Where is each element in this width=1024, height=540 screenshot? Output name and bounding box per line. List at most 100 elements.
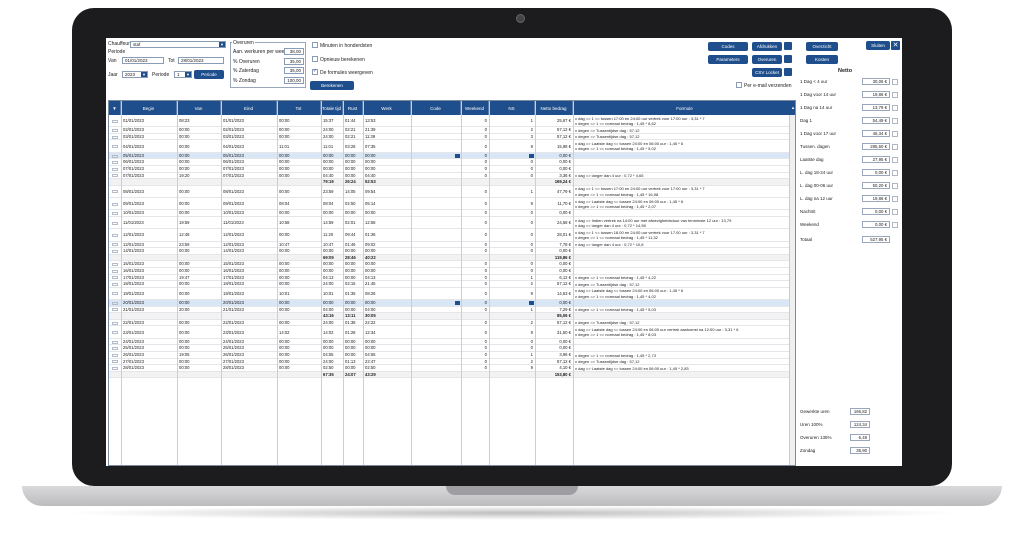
table-row[interactable]: 15/01/2023 00:00 15/01/2023 00:00 00:00 00:00…: [109, 261, 795, 268]
netto-item-checkbox[interactable]: [892, 208, 898, 215]
table-row[interactable]: 07/01/2023 19:20 07/01/2023 00:00 04:40 00:00…: [109, 173, 795, 180]
row-select-icon[interactable]: [112, 221, 118, 225]
column-header[interactable]: Totale tijd: [321, 101, 343, 115]
table-row[interactable]: 28/01/2023 00:00 28/01/2023 00:00 02:50 00:00…: [109, 365, 795, 372]
table-row[interactable]: 16/01/2023 00:00 16/01/2023 00:00 00:00 00:00…: [109, 268, 795, 275]
table-row[interactable]: 20/01/2023 00:00 20/01/2023 00:00 00:00 00:00…: [109, 300, 795, 307]
column-header[interactable]: Netto bedrag: [535, 101, 573, 115]
row-select-icon[interactable]: [112, 135, 118, 139]
table-row[interactable]: 22/01/2023 00:00 22/01/2023 00:00 24:00 01:38…: [109, 320, 795, 327]
table-row[interactable]: 03/01/2023 00:00 03/01/2023 00:00 24:00 02:21…: [109, 134, 795, 141]
code-marker-icon[interactable]: [455, 301, 460, 306]
row-select-icon[interactable]: [112, 347, 118, 351]
scroll-up-icon[interactable]: ▲: [789, 101, 795, 115]
column-header[interactable]: Rust: [343, 101, 363, 115]
parameters-button[interactable]: Parameters: [708, 55, 748, 64]
netto-item-checkbox[interactable]: [892, 143, 898, 150]
row-select-icon[interactable]: [112, 202, 118, 206]
row-select-icon[interactable]: [112, 243, 118, 247]
kosten-button[interactable]: Kosten: [806, 55, 838, 64]
row-select-icon[interactable]: [112, 301, 118, 305]
row-select-icon[interactable]: [112, 233, 118, 237]
row-select-icon[interactable]: [112, 212, 118, 216]
table-row[interactable]: 25/01/2023 00:00 25/01/2023 00:00 00:00 00:00…: [109, 345, 795, 352]
column-header[interactable]: Werk: [363, 101, 411, 115]
overuren-row-input[interactable]: 35,00: [284, 67, 304, 74]
table-row[interactable]: 01/01/2023 08:23 01/01/2023 00:00 15:37 01:44…: [109, 115, 795, 128]
sluiten-button[interactable]: Sluiten: [866, 41, 890, 50]
table-row[interactable]: 23/01/2023 00:00 23/01/2023 14:02 14:02 01:28…: [109, 327, 795, 339]
column-header[interactable]: Eind: [221, 101, 277, 115]
column-header[interactable]: NS: [489, 101, 535, 115]
table-row[interactable]: 27/01/2023 00:00 27/01/2023 00:00 24:00 01:13…: [109, 359, 795, 366]
table-row[interactable]: 12/01/2023 23:59 12/01/2023 10:47 10:47 01:46…: [109, 242, 795, 249]
column-header[interactable]: Begin: [121, 101, 177, 115]
row-select-icon[interactable]: [112, 249, 118, 253]
table-row[interactable]: 11/01/2023 19:59 11/01/2023 10:58 14:59 02:01…: [109, 217, 795, 230]
column-header[interactable]: Van: [177, 101, 221, 115]
row-select-icon[interactable]: [112, 353, 118, 357]
netto-item-checkbox[interactable]: [892, 130, 898, 137]
table-row[interactable]: 18/01/2023 00:00 18/01/2023 00:00 24:00 02:15…: [109, 281, 795, 288]
netto-item-checkbox[interactable]: [892, 78, 898, 85]
close-icon[interactable]: ✕: [891, 41, 900, 50]
table-row[interactable]: 09/01/2023 00:00 09/01/2023 08:04 08:04 02:50…: [109, 198, 795, 211]
vertical-scrollbar[interactable]: [789, 115, 795, 465]
netto-item-checkbox[interactable]: [892, 221, 898, 228]
row-select-icon[interactable]: [112, 321, 118, 325]
csv-button[interactable]: CSV Locket: [752, 68, 782, 77]
row-select-icon[interactable]: [112, 190, 118, 194]
table-row[interactable]: 14/01/2023 00:00 14/01/2023 00:00 00:00 00:00…: [109, 248, 795, 255]
tot-date-input[interactable]: 28/01/2023: [178, 57, 224, 64]
subtotal-row[interactable]: 69:09 28:46 40:22 119,86 €: [109, 254, 795, 262]
berekenen-button[interactable]: Berekenen: [310, 81, 354, 90]
row-select-icon[interactable]: [112, 276, 118, 280]
column-header[interactable]: Formule: [573, 101, 795, 115]
table-row[interactable]: 06/01/2023 00:00 06/01/2023 00:00 00:00 00:00…: [109, 159, 795, 166]
netto-item-checkbox[interactable]: [892, 182, 898, 189]
row-select-icon[interactable]: [112, 154, 118, 158]
codes-button[interactable]: Codes: [708, 42, 748, 51]
afdrukken-button[interactable]: Afdrukken: [752, 42, 782, 51]
row-select-icon[interactable]: [112, 119, 118, 123]
table-row[interactable]: 17/01/2023 19:47 17/01/2023 00:00 04:13 00:00…: [109, 275, 795, 282]
minuten-checkbox[interactable]: [312, 42, 318, 48]
overuren-row-input[interactable]: 100,00: [284, 76, 304, 84]
table-row[interactable]: 21/01/2023 20:00 21/01/2023 00:00 04:00 00:00…: [109, 307, 795, 314]
van-date-input[interactable]: 01/01/2023: [122, 57, 164, 64]
netto-item-checkbox[interactable]: [892, 169, 898, 176]
overzicht-button[interactable]: Overzicht: [806, 42, 838, 51]
netto-item-checkbox[interactable]: [892, 104, 898, 111]
chauffeur-select[interactable]: staf ▼: [130, 41, 226, 48]
table-row[interactable]: 02/01/2023 00:00 02/01/2023 00:00 24:00 02:21…: [109, 127, 795, 134]
netto-item-checkbox[interactable]: [892, 195, 898, 202]
row-select-icon[interactable]: [112, 269, 118, 273]
netto-item-checkbox[interactable]: [892, 156, 898, 163]
overuren-button[interactable]: Overuren: [752, 55, 782, 64]
netto-item-checkbox[interactable]: [892, 91, 898, 98]
table-row[interactable]: 04/01/2023 00:00 04/01/2023 11:01 11:01 03:26…: [109, 141, 795, 153]
periode-select[interactable]: 1 ▼: [174, 71, 192, 78]
subtotal-row[interactable]: 43:16 13:11 30:05 85,06 €: [109, 313, 795, 320]
row-select-icon[interactable]: [112, 129, 118, 133]
jaar-select[interactable]: 2023 ▼: [122, 71, 148, 78]
document-icon[interactable]: [784, 55, 792, 63]
column-header[interactable]: Code: [411, 101, 461, 115]
row-select-icon[interactable]: [112, 161, 118, 165]
table-row[interactable]: 05/01/2023 00:00 05/01/2023 00:00 00:00 00:00…: [109, 152, 795, 160]
row-select-icon[interactable]: [112, 340, 118, 344]
opnieuw-checkbox[interactable]: [312, 56, 318, 62]
row-select-icon[interactable]: [112, 174, 118, 178]
row-select-icon[interactable]: [112, 263, 118, 267]
netto-item-checkbox[interactable]: [892, 117, 898, 124]
table-row[interactable]: 08/01/2023 00:00 08/01/2023 00:00 23:59 14:05…: [109, 186, 795, 199]
formules-checkbox[interactable]: [312, 68, 318, 75]
row-select-icon[interactable]: [112, 366, 118, 370]
column-header[interactable]: Tot: [277, 101, 321, 115]
ns-marker-icon[interactable]: [529, 153, 534, 158]
printer-icon[interactable]: [784, 42, 792, 50]
table-row[interactable]: 26/01/2023 19:05 26/01/2023 00:00 04:55 00:00…: [109, 352, 795, 359]
subtotal-row[interactable]: 67:35 24:07 43:29 153,80 €: [109, 371, 795, 379]
overuren-row-input[interactable]: 38,00: [284, 48, 304, 55]
subtotal-row[interactable]: 79:19 26:24 52:53 169,24 €: [109, 179, 795, 186]
